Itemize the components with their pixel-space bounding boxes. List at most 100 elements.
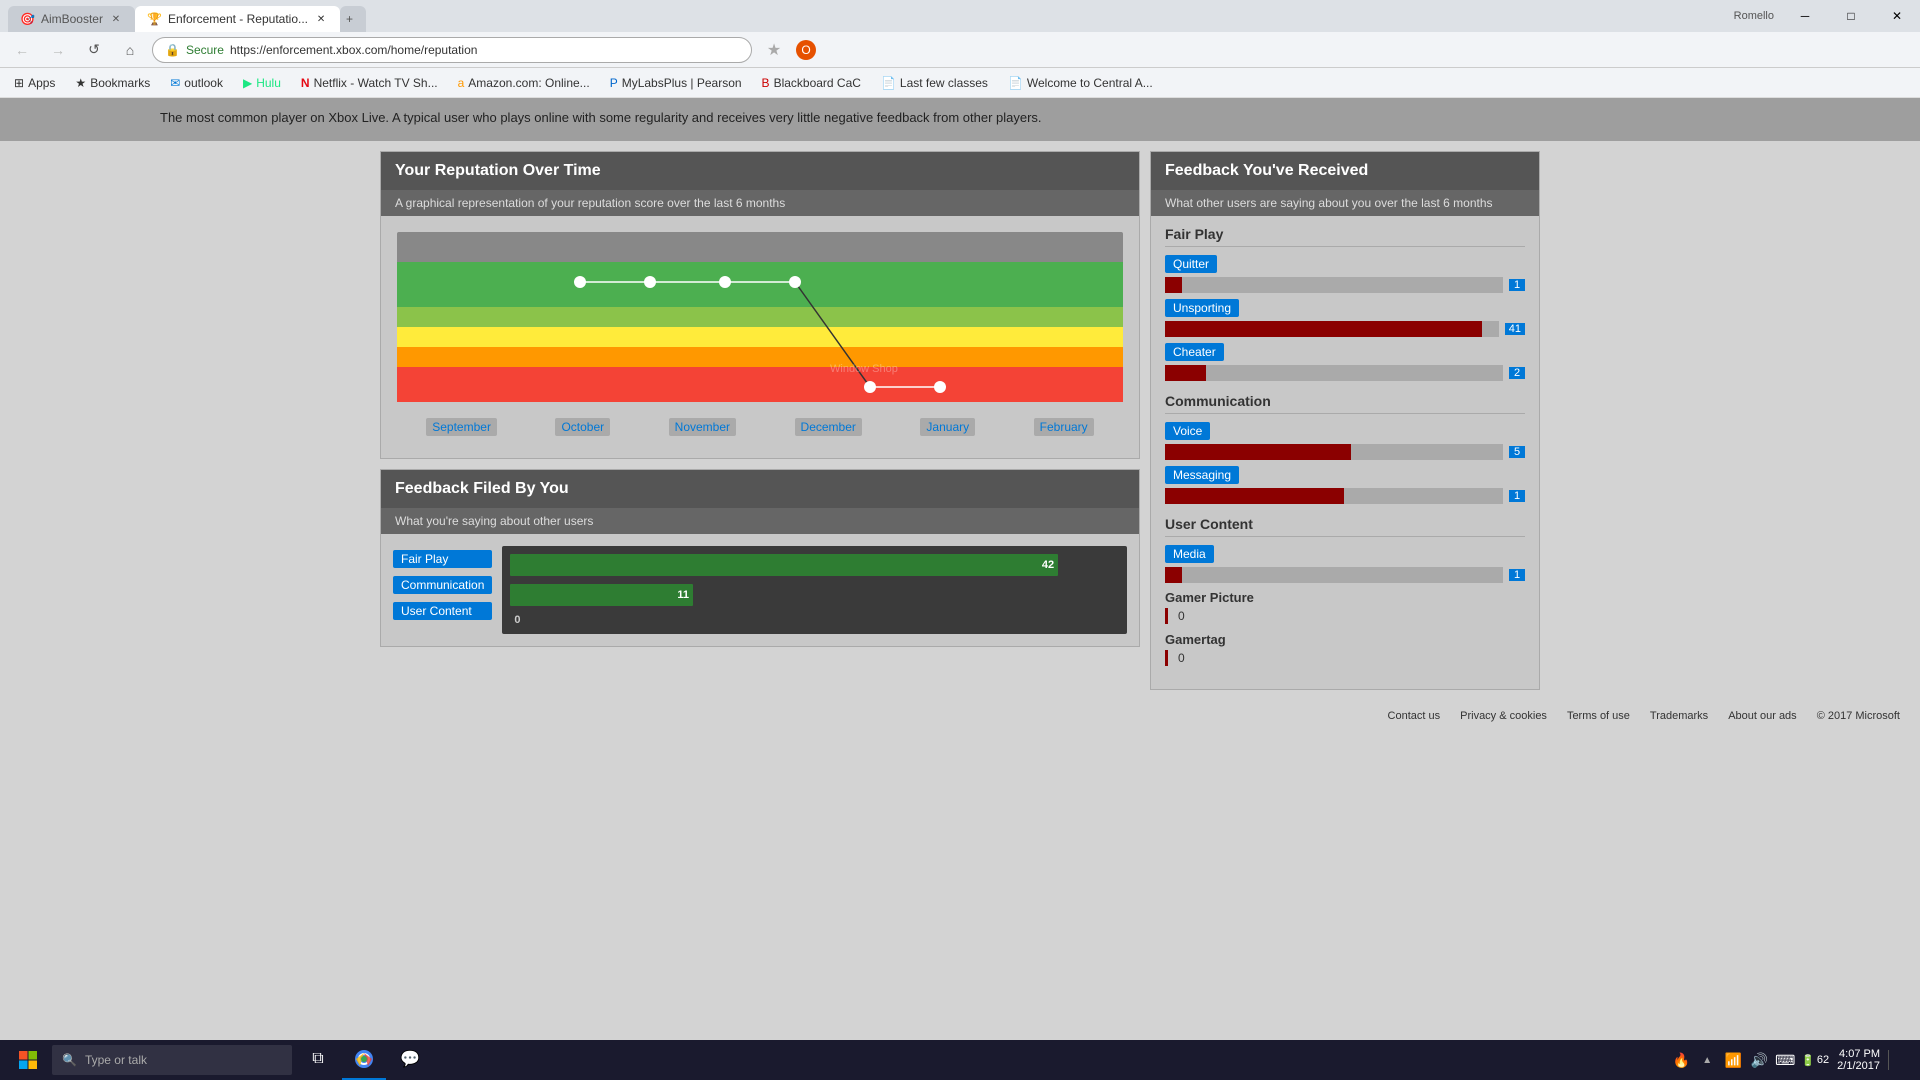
home-button[interactable]: ⌂ xyxy=(116,36,144,64)
blackboard-icon: B xyxy=(762,76,770,90)
volume-icon[interactable]: 🔊 xyxy=(1749,1050,1769,1070)
quitter-label[interactable]: Quitter xyxy=(1165,255,1217,273)
month-nov[interactable]: November xyxy=(669,418,736,436)
watermark-text: Window Shop xyxy=(830,363,898,375)
netflix-icon: N xyxy=(301,76,310,90)
unsporting-bar-bg xyxy=(1165,321,1499,337)
cheater-label[interactable]: Cheater xyxy=(1165,343,1224,361)
fb-bar-usercontent-value: 0 xyxy=(514,614,520,626)
tab-enforcement[interactable]: 🏆 Enforcement - Reputatio... ✕ xyxy=(135,6,340,32)
up-arrow-icon[interactable]: ▲ xyxy=(1697,1050,1717,1070)
fb-bar-row-communication: 11 xyxy=(510,584,1119,606)
footer-trademarks[interactable]: Trademarks xyxy=(1650,710,1708,722)
hulu-icon: ▶ xyxy=(243,76,252,90)
media-bar-num: 1 xyxy=(1509,569,1525,581)
window-controls: ─ □ ✕ xyxy=(1782,0,1920,32)
bm-hulu-label: Hulu xyxy=(256,76,281,90)
taskbar-app-discord[interactable]: 💬 xyxy=(388,1040,432,1080)
fb-bar-fairplay-value: 42 xyxy=(1042,559,1054,571)
left-column: Your Reputation Over Time A graphical re… xyxy=(380,151,1140,690)
tab-close-aimbooster[interactable]: ✕ xyxy=(109,12,123,26)
main-layout: Your Reputation Over Time A graphical re… xyxy=(370,141,1550,700)
voice-label[interactable]: Voice xyxy=(1165,422,1210,440)
bm-apps[interactable]: ⊞ Apps xyxy=(8,74,61,92)
month-oct[interactable]: October xyxy=(555,418,610,436)
gamer-picture-bar xyxy=(1165,608,1168,624)
taskbar: 🔍 Type or talk ⧉ 💬 🔥 ▲ 📶 🔊 xyxy=(0,1040,1920,1080)
cheater-bar-num: 2 xyxy=(1509,367,1525,379)
tab-title: AimBooster xyxy=(41,12,103,26)
show-desktop-icon[interactable] xyxy=(1888,1050,1908,1070)
feedback-filed-card: Feedback Filed By You What you're saying… xyxy=(380,469,1140,647)
profile-icon[interactable]: O xyxy=(796,40,816,60)
month-sep[interactable]: September xyxy=(426,418,497,436)
bm-hulu[interactable]: ▶ Hulu xyxy=(237,74,287,92)
browser-tabs: 🎯 AimBooster ✕ 🏆 Enforcement - Reputatio… xyxy=(8,0,366,32)
taskbar-right: 🔥 ▲ 📶 🔊 ⌨ 🔋 62 4:07 PM 2/1/2017 xyxy=(1671,1048,1916,1072)
back-button[interactable]: ← xyxy=(8,36,36,64)
month-feb[interactable]: February xyxy=(1034,418,1094,436)
media-label[interactable]: Media xyxy=(1165,545,1214,563)
network-icon[interactable]: 📶 xyxy=(1723,1050,1743,1070)
month-dec[interactable]: December xyxy=(795,418,862,436)
close-button[interactable]: ✕ xyxy=(1874,0,1920,32)
quitter-bar-row: 1 xyxy=(1165,277,1525,293)
bm-welcome[interactable]: 📄 Welcome to Central A... xyxy=(1002,74,1159,92)
communication-section-title: Communication xyxy=(1165,393,1525,414)
feedback-received-body: Fair Play Quitter 1 Unsporting xyxy=(1151,216,1539,689)
reputation-subtitle: A graphical representation of your reput… xyxy=(395,196,785,210)
fb-label-communication[interactable]: Communication xyxy=(393,576,492,594)
gamertag-bar-row: 0 xyxy=(1165,649,1525,667)
taskbar-search[interactable]: 🔍 Type or talk xyxy=(52,1045,292,1075)
minimize-button[interactable]: ─ xyxy=(1782,0,1828,32)
fb-label-fairplay[interactable]: Fair Play xyxy=(393,550,492,568)
bm-amazon-label: Amazon.com: Online... xyxy=(468,76,589,90)
footer: Contact us Privacy & cookies Terms of us… xyxy=(0,700,1920,732)
taskbar-date: 2/1/2017 xyxy=(1837,1060,1880,1072)
fair-play-section-title: Fair Play xyxy=(1165,226,1525,247)
start-button[interactable] xyxy=(4,1040,52,1080)
flame-icon[interactable]: 🔥 xyxy=(1671,1050,1691,1070)
secure-label: Secure xyxy=(186,43,224,57)
taskbar-system-icons: 🔥 ▲ 📶 🔊 ⌨ 🔋 62 xyxy=(1671,1050,1829,1070)
tab-title-enforcement: Enforcement - Reputatio... xyxy=(168,12,308,26)
voice-bar-bg xyxy=(1165,444,1503,460)
messaging-label[interactable]: Messaging xyxy=(1165,466,1239,484)
chrome-icon xyxy=(354,1049,374,1069)
user-content-section: User Content Media 1 Gamer Pictu xyxy=(1165,516,1525,667)
footer-terms[interactable]: Terms of use xyxy=(1567,710,1630,722)
footer-privacy[interactable]: Privacy & cookies xyxy=(1460,710,1547,722)
unsporting-label[interactable]: Unsporting xyxy=(1165,299,1239,317)
forward-button[interactable]: → xyxy=(44,36,72,64)
keyboard-icon[interactable]: ⌨ xyxy=(1775,1050,1795,1070)
fb-bar-row-usercontent: 0 xyxy=(510,614,1119,626)
taskbar-clock[interactable]: 4:07 PM 2/1/2017 xyxy=(1837,1048,1880,1072)
media-row: Media 1 xyxy=(1165,545,1525,583)
taskbar-apps: ⧉ 💬 xyxy=(296,1040,432,1080)
tab-close-enforcement[interactable]: ✕ xyxy=(314,12,328,26)
bm-mylabs[interactable]: P MyLabsPlus | Pearson xyxy=(604,74,748,92)
footer-contact[interactable]: Contact us xyxy=(1388,710,1441,722)
reputation-chart-container: Window Shop September October November D… xyxy=(397,232,1123,442)
reputation-chart: Window Shop xyxy=(397,232,1123,412)
taskbar-app-taskview[interactable]: ⧉ xyxy=(296,1040,340,1080)
bm-netflix[interactable]: N Netflix - Watch TV Sh... xyxy=(295,74,444,92)
gamer-picture-row: Gamer Picture 0 xyxy=(1165,589,1525,625)
address-input[interactable]: 🔒 Secure https://enforcement.xbox.com/ho… xyxy=(152,37,752,63)
taskbar-app-chrome[interactable] xyxy=(342,1040,386,1080)
month-jan[interactable]: January xyxy=(920,418,975,436)
doc-icon-2: 📄 xyxy=(1008,76,1023,90)
bm-blackboard[interactable]: B Blackboard CaC xyxy=(756,74,867,92)
favorites-icon[interactable]: ★ xyxy=(760,36,788,64)
bm-lastfew[interactable]: 📄 Last few classes xyxy=(875,74,994,92)
tab-new[interactable]: + xyxy=(340,6,366,32)
bm-outlook[interactable]: ✉ outlook xyxy=(164,74,229,92)
maximize-button[interactable]: □ xyxy=(1828,0,1874,32)
tab-aimbooster[interactable]: 🎯 AimBooster ✕ xyxy=(8,6,135,32)
voice-bar-row: 5 xyxy=(1165,444,1525,460)
bm-bookmarks[interactable]: ★ Bookmarks xyxy=(69,74,156,92)
footer-about[interactable]: About our ads xyxy=(1728,710,1797,722)
refresh-button[interactable]: ↺ xyxy=(80,36,108,64)
fb-label-usercontent[interactable]: User Content xyxy=(393,602,492,620)
bm-amazon[interactable]: a Amazon.com: Online... xyxy=(452,74,596,92)
